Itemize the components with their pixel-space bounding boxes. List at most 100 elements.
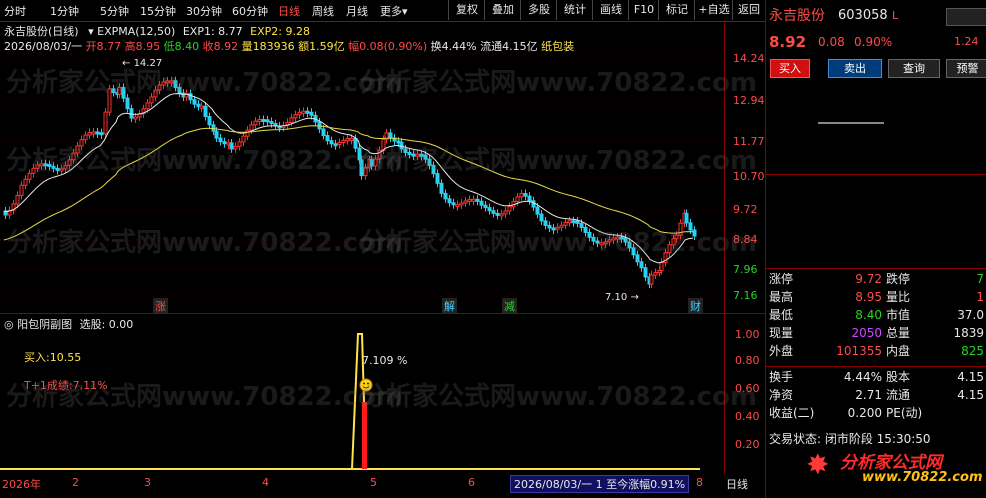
event-marker-finance[interactable]: 财 <box>688 298 703 314</box>
ask-row[interactable] <box>766 122 986 139</box>
candle <box>51 165 56 169</box>
period-tab-15min[interactable]: 15分钟 <box>140 3 176 19</box>
buy-price-label: 买入:10.55 <box>24 351 82 364</box>
info-sector-tag[interactable]: 纸包装 <box>541 40 574 53</box>
price-tick: 7.96 <box>733 263 758 276</box>
kline-chart[interactable] <box>0 21 724 313</box>
candle <box>269 120 274 125</box>
stat-value: 8.95 <box>855 290 882 304</box>
period-tab-daily[interactable]: 日线 <box>278 3 300 19</box>
candle <box>688 222 693 231</box>
ask-row[interactable] <box>766 86 986 103</box>
candle <box>607 239 612 243</box>
candle <box>345 138 350 142</box>
candle <box>133 116 138 120</box>
period-tab-1min[interactable]: 1分钟 <box>50 3 79 19</box>
candle <box>87 132 92 136</box>
ask-row[interactable] <box>766 140 986 157</box>
candle <box>373 158 378 167</box>
bid-row[interactable] <box>766 195 986 212</box>
query-tab[interactable]: 查询 <box>888 59 940 78</box>
candle <box>487 207 492 212</box>
candle <box>145 102 150 110</box>
period-tab-fenshi[interactable]: 分时 <box>4 3 26 19</box>
back-button[interactable]: 返回 <box>732 0 765 20</box>
min-price-label: 7.10 → <box>605 292 639 303</box>
candle <box>161 81 166 86</box>
candle <box>59 168 64 172</box>
candle <box>551 227 556 231</box>
stat-row: 最低 8.40 市值 37.0 <box>766 307 986 324</box>
candle <box>253 120 258 126</box>
f10-button[interactable]: F10 <box>628 0 659 20</box>
mini-chart-thumb[interactable] <box>946 8 986 26</box>
bid-row[interactable] <box>766 177 986 194</box>
candle <box>222 141 227 145</box>
candle <box>301 110 306 114</box>
candle <box>583 226 588 233</box>
candle <box>615 236 620 240</box>
ask-row[interactable] <box>766 104 986 121</box>
sub-indicator-chart[interactable] <box>0 314 724 474</box>
finance-value: 2.71 <box>855 388 882 402</box>
draw-line-button[interactable]: 画线 <box>592 0 629 20</box>
indicator-dropdown[interactable]: ▾ EXPMA(12,50) <box>88 25 175 38</box>
candle <box>75 145 80 154</box>
period-tab-30min[interactable]: 30分钟 <box>186 3 222 19</box>
period-tab-5min[interactable]: 5分钟 <box>100 3 129 19</box>
candle <box>19 184 24 197</box>
sub-select-value: 选股: 0.00 <box>79 318 134 331</box>
bid-row[interactable] <box>766 249 986 266</box>
smiley-icon <box>359 378 373 392</box>
candle <box>443 192 448 200</box>
sell-tab[interactable]: 卖出 <box>828 59 882 78</box>
info-float: 流通4.15亿 <box>480 40 538 53</box>
candle <box>99 132 104 136</box>
period-tab-60min[interactable]: 60分钟 <box>232 3 268 19</box>
candle <box>35 164 40 169</box>
period-tab-monthly[interactable]: 月线 <box>346 3 368 19</box>
candle <box>27 172 32 180</box>
ask-price <box>818 122 884 124</box>
overlay-button[interactable]: 叠加 <box>484 0 521 20</box>
event-marker-reduce[interactable]: 减 <box>502 298 517 314</box>
candle <box>31 167 36 174</box>
sub-title: 阳包阴副图 <box>17 318 73 331</box>
candle <box>495 212 500 216</box>
candle <box>353 137 358 149</box>
candle <box>107 88 112 113</box>
candle <box>265 119 270 123</box>
stat-value: 825 <box>961 344 984 358</box>
signal-pct-label: 7.109 % <box>362 354 408 367</box>
bid-row[interactable] <box>766 213 986 230</box>
event-marker-unlock[interactable]: 解 <box>442 298 457 314</box>
candle <box>173 80 178 88</box>
candle <box>83 134 88 141</box>
fuquan-button[interactable]: 复权 <box>448 0 485 20</box>
event-marker-rise[interactable]: 涨 <box>153 298 168 314</box>
period-more-button[interactable]: 更多▾ <box>380 3 408 19</box>
candle <box>15 195 20 205</box>
bottom-period-tab[interactable]: 日线 <box>726 476 748 492</box>
candle <box>459 202 464 206</box>
candle <box>411 153 416 157</box>
candle <box>499 213 504 217</box>
ask-row[interactable] <box>766 158 986 175</box>
period-tab-weekly[interactable]: 周线 <box>312 3 334 19</box>
candle <box>67 159 72 166</box>
bid-row[interactable] <box>766 231 986 248</box>
mark-button[interactable]: 标记 <box>658 0 695 20</box>
add-watchlist-button[interactable]: +自选 <box>694 0 733 20</box>
candle <box>333 143 338 147</box>
info-amount: 额1.59亿 <box>298 40 345 53</box>
multi-stock-button[interactable]: 多股 <box>520 0 557 20</box>
stats-button[interactable]: 统计 <box>556 0 593 20</box>
stock-flag: L <box>892 9 899 22</box>
sub-settings-icon[interactable]: ◎ <box>4 318 14 331</box>
candle <box>199 105 204 109</box>
alert-tab[interactable]: 预警 <box>946 59 986 78</box>
candle <box>317 121 322 130</box>
info-date: 2026/08/03/一 <box>4 40 83 53</box>
buy-tab[interactable]: 买入 <box>770 59 810 78</box>
candle <box>627 241 632 249</box>
